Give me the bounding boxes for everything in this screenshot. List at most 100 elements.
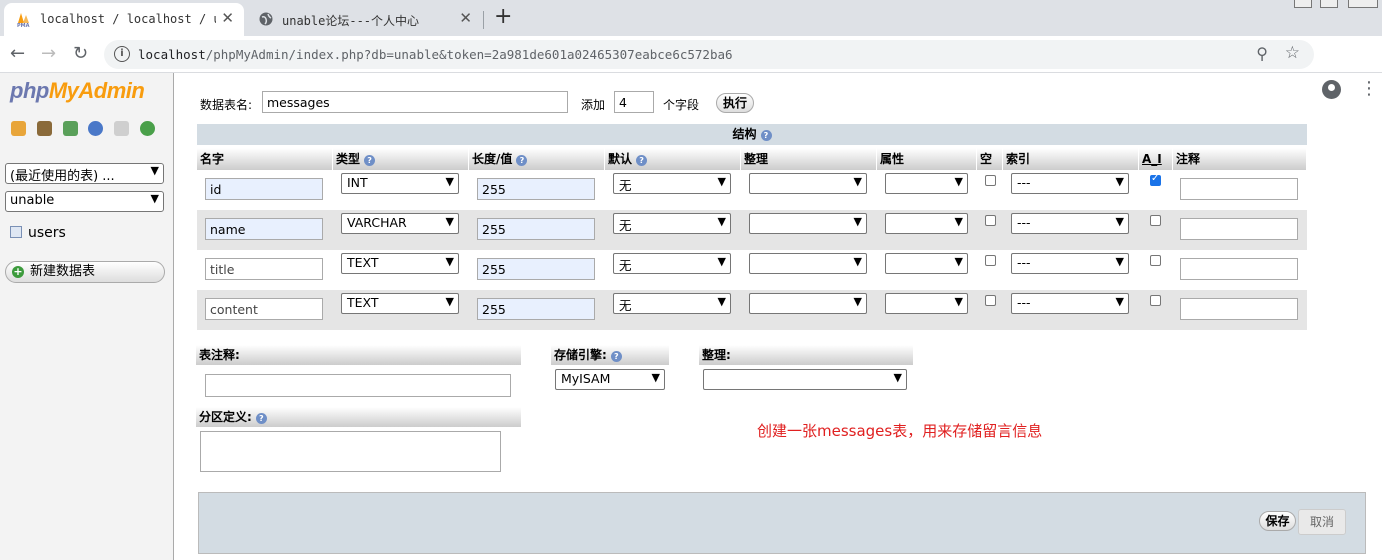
- column-attributes-select[interactable]: ▼: [885, 253, 968, 274]
- chevron-down-icon: ▼: [853, 175, 862, 188]
- table-collation-select[interactable]: ▼: [703, 369, 907, 390]
- column-ai-checkbox[interactable]: [1150, 173, 1161, 186]
- chevron-down-icon: ▼: [954, 175, 963, 188]
- col-header-auto-increment: A_I: [1139, 148, 1173, 170]
- tab-title: localhost / localhost / unable: [40, 12, 216, 26]
- column-type-select[interactable]: TEXT ▼: [341, 253, 459, 274]
- tab-phpmyadmin[interactable]: PMA localhost / localhost / unable ✕: [4, 3, 244, 36]
- column-name-input[interactable]: title: [205, 258, 323, 280]
- tab-close-icon[interactable]: ✕: [459, 9, 472, 27]
- column-null-checkbox[interactable]: [985, 215, 996, 226]
- chevron-down-icon: ▼: [1115, 295, 1124, 308]
- help-icon[interactable]: [88, 121, 104, 136]
- annotation-text: 创建一张messages表，用来存储留言信息: [757, 422, 1043, 440]
- chevron-down-icon: ▼: [445, 215, 454, 228]
- site-info-icon[interactable]: i: [114, 46, 130, 62]
- chevron-down-icon: ▼: [150, 192, 159, 205]
- column-collation-select[interactable]: ▼: [749, 173, 867, 194]
- column-attributes-select[interactable]: ▼: [885, 293, 968, 314]
- new-tab-plus-icon[interactable]: +: [494, 4, 512, 29]
- column-attributes-select[interactable]: ▼: [885, 173, 968, 194]
- storage-engine-select[interactable]: MyISAM ▼: [555, 369, 665, 390]
- profile-avatar-icon[interactable]: [1322, 80, 1341, 99]
- column-ai-checkbox[interactable]: [1150, 255, 1161, 266]
- recent-tables-select[interactable]: (最近使用的表) ... ▼: [5, 163, 164, 184]
- footer-panel: [198, 492, 1366, 554]
- go-button[interactable]: 执行: [716, 93, 754, 113]
- phpmyadmin-favicon-icon: PMA: [17, 13, 30, 27]
- column-attributes-select[interactable]: ▼: [885, 213, 968, 234]
- column-ai-checkbox[interactable]: [1150, 295, 1161, 306]
- reload-icon[interactable]: ↻: [73, 43, 88, 64]
- column-collation-select[interactable]: ▼: [749, 293, 867, 314]
- zoom-magnifier-icon[interactable]: ⚲: [1256, 44, 1268, 63]
- column-name-input[interactable]: name: [205, 218, 323, 240]
- phpmyadmin-logo[interactable]: phpMyAdmin: [10, 78, 145, 104]
- columns-header-row: 名字 类型? 长度/值? 默认? 整理 属性 空 索引 A_I 注释: [197, 148, 1307, 170]
- column-length-input[interactable]: 255: [477, 298, 595, 320]
- help-icon[interactable]: ?: [255, 413, 267, 424]
- column-index-select[interactable]: --- ▼: [1011, 293, 1129, 314]
- column-null-checkbox[interactable]: [985, 255, 996, 266]
- column-default-select[interactable]: 无 ▼: [613, 293, 731, 314]
- column-default-select[interactable]: 无 ▼: [613, 253, 731, 274]
- column-null-checkbox[interactable]: [985, 295, 996, 306]
- table-name-input[interactable]: messages: [262, 91, 568, 113]
- column-index-select[interactable]: --- ▼: [1011, 253, 1129, 274]
- column-null-checkbox[interactable]: [985, 175, 996, 186]
- column-default-select[interactable]: 无 ▼: [613, 213, 731, 234]
- column-comment-input[interactable]: [1180, 298, 1298, 320]
- url-text[interactable]: localhost/phpMyAdmin/index.php?db=unable…: [138, 47, 733, 62]
- column-default-select[interactable]: 无 ▼: [613, 173, 731, 194]
- column-index-select[interactable]: --- ▼: [1011, 213, 1129, 234]
- restore-window-icon[interactable]: [1320, 0, 1338, 8]
- home-icon[interactable]: [11, 121, 26, 136]
- help-icon[interactable]: ?: [760, 130, 772, 141]
- database-select[interactable]: unable ▼: [5, 191, 164, 212]
- column-index-select[interactable]: --- ▼: [1011, 173, 1129, 194]
- sidebar-table-users[interactable]: users: [10, 225, 66, 241]
- column-length-input[interactable]: 255: [477, 178, 595, 200]
- cancel-button[interactable]: 取消: [1298, 509, 1346, 535]
- col-header-null: 空: [977, 148, 1003, 170]
- table-comment-input[interactable]: [205, 374, 511, 397]
- exit-icon[interactable]: [36, 121, 52, 136]
- column-type-select[interactable]: TEXT ▼: [341, 293, 459, 314]
- back-arrow-icon[interactable]: ←: [10, 43, 25, 64]
- chevron-down-icon: ▼: [1115, 215, 1124, 228]
- save-button[interactable]: 保存: [1259, 511, 1296, 531]
- column-name-input[interactable]: id: [205, 178, 323, 200]
- reload-nav-icon[interactable]: [140, 121, 156, 136]
- help-icon[interactable]: ?: [610, 351, 622, 362]
- column-comment-input[interactable]: [1180, 258, 1298, 280]
- column-ai-checkbox[interactable]: [1150, 215, 1161, 226]
- column-length-input[interactable]: 255: [477, 258, 595, 280]
- column-type-select[interactable]: INT ▼: [341, 173, 459, 194]
- table-name-label: 数据表名:: [200, 98, 253, 112]
- column-comment-input[interactable]: [1180, 178, 1298, 200]
- help-icon[interactable]: ?: [364, 155, 376, 166]
- minimize-window-icon[interactable]: [1294, 0, 1312, 8]
- plus-icon: +: [12, 265, 24, 278]
- kebab-menu-icon[interactable]: ⋮: [1360, 80, 1378, 98]
- column-collation-select[interactable]: ▼: [749, 253, 867, 274]
- add-field-count-input[interactable]: 4: [614, 91, 654, 113]
- close-window-icon[interactable]: [1348, 0, 1378, 8]
- column-length-input[interactable]: 255: [477, 218, 595, 240]
- bookmark-star-icon[interactable]: ☆: [1285, 43, 1300, 63]
- new-table-button[interactable]: + 新建数据表: [5, 261, 165, 283]
- help-icon[interactable]: ?: [516, 155, 528, 166]
- tab-close-icon[interactable]: ✕: [221, 9, 234, 27]
- column-type-select[interactable]: VARCHAR ▼: [341, 213, 459, 234]
- column-comment-input[interactable]: [1180, 218, 1298, 240]
- partition-textarea[interactable]: [200, 431, 501, 472]
- column-name-input[interactable]: content: [205, 298, 323, 320]
- forward-arrow-icon[interactable]: →: [41, 43, 56, 64]
- column-collation-select[interactable]: ▼: [749, 213, 867, 234]
- address-bar[interactable]: i localhost/phpMyAdmin/index.php?db=unab…: [104, 40, 1314, 69]
- query-window-icon[interactable]: [62, 121, 78, 136]
- collation-header: 整理:: [699, 345, 913, 365]
- help-icon[interactable]: ?: [636, 155, 648, 166]
- tab-forum[interactable]: unable论坛---个人中心 ✕: [246, 3, 482, 36]
- documentation-icon[interactable]: [114, 121, 130, 136]
